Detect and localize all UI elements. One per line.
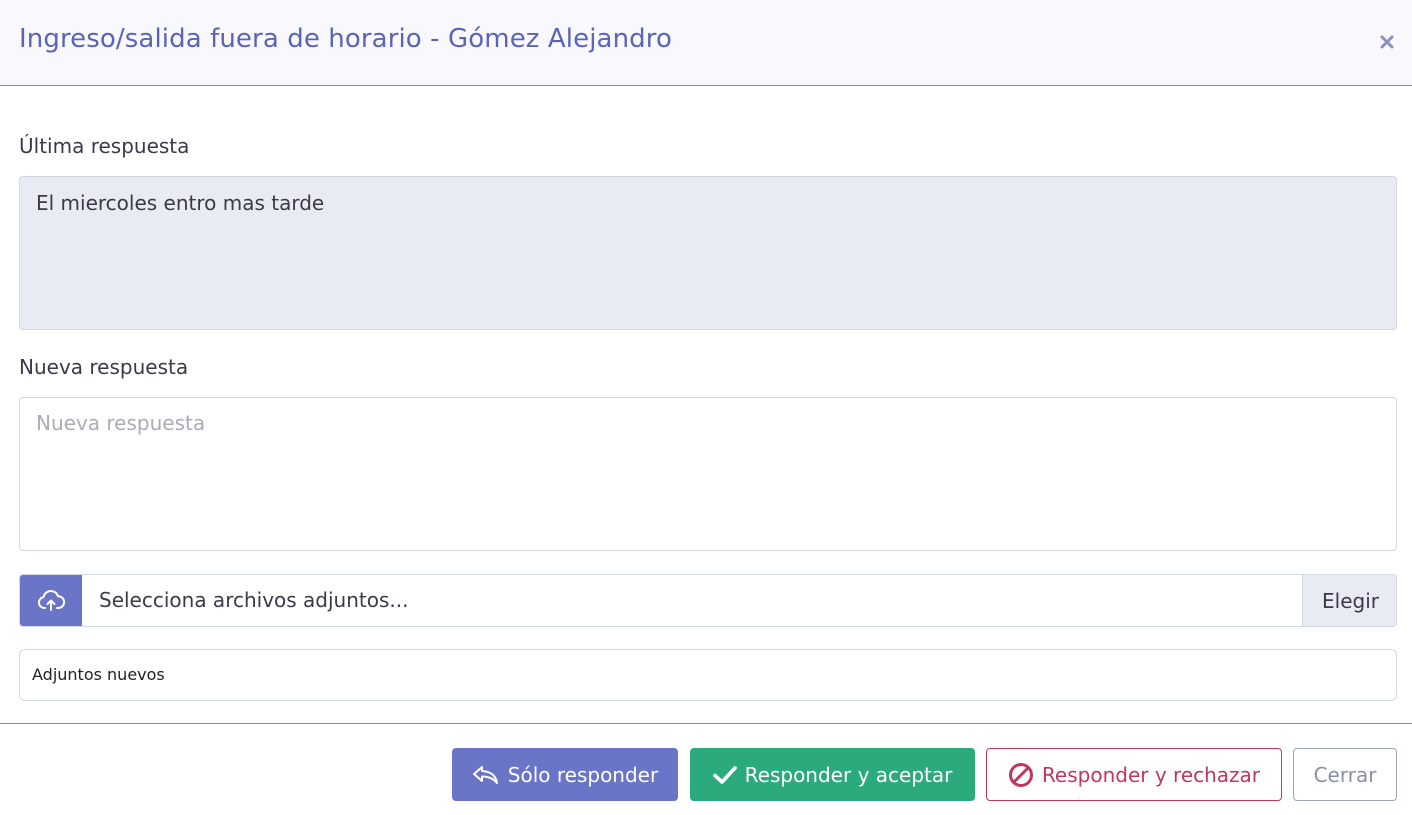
modal-dialog: Ingreso/salida fuera de horario - Gómez … [0,0,1412,815]
new-attachments-label: Adjuntos nuevos [32,665,165,684]
cancel-label: Cerrar [1313,762,1377,787]
ban-icon [1008,762,1033,787]
reply-reject-button[interactable]: Responder y rechazar [986,748,1282,801]
last-reply-label: Última respuesta [19,134,190,158]
close-button[interactable] [1376,30,1398,54]
check-icon [712,765,737,784]
reply-only-button[interactable]: Sólo responder [452,748,678,801]
new-attachments-box: Adjuntos nuevos [19,649,1397,701]
modal-title: Ingreso/salida fuera de horario - Gómez … [19,24,672,54]
new-reply-label: Nueva respuesta [19,355,189,379]
reply-accept-label: Responder y aceptar [744,762,953,787]
new-reply-textarea[interactable] [19,397,1397,551]
file-upload-group[interactable]: Selecciona archivos adjuntos... Elegir [19,574,1397,627]
upload-button[interactable] [20,575,82,626]
reply-only-label: Sólo responder [507,762,659,787]
reply-accept-button[interactable]: Responder y aceptar [690,748,975,801]
reply-icon [472,765,498,784]
last-reply-box: El miercoles entro mas tarde [19,176,1397,330]
modal-footer: Sólo responder Responder y aceptar Respo… [0,723,1412,815]
cloud-upload-icon [37,589,65,611]
close-icon [1380,35,1394,49]
cancel-button[interactable]: Cerrar [1293,748,1397,801]
choose-file-button[interactable]: Elegir [1302,575,1396,626]
modal-header: Ingreso/salida fuera de horario - Gómez … [0,0,1412,86]
reply-reject-label: Responder y rechazar [1041,762,1261,787]
file-input-placeholder[interactable]: Selecciona archivos adjuntos... [99,588,408,612]
